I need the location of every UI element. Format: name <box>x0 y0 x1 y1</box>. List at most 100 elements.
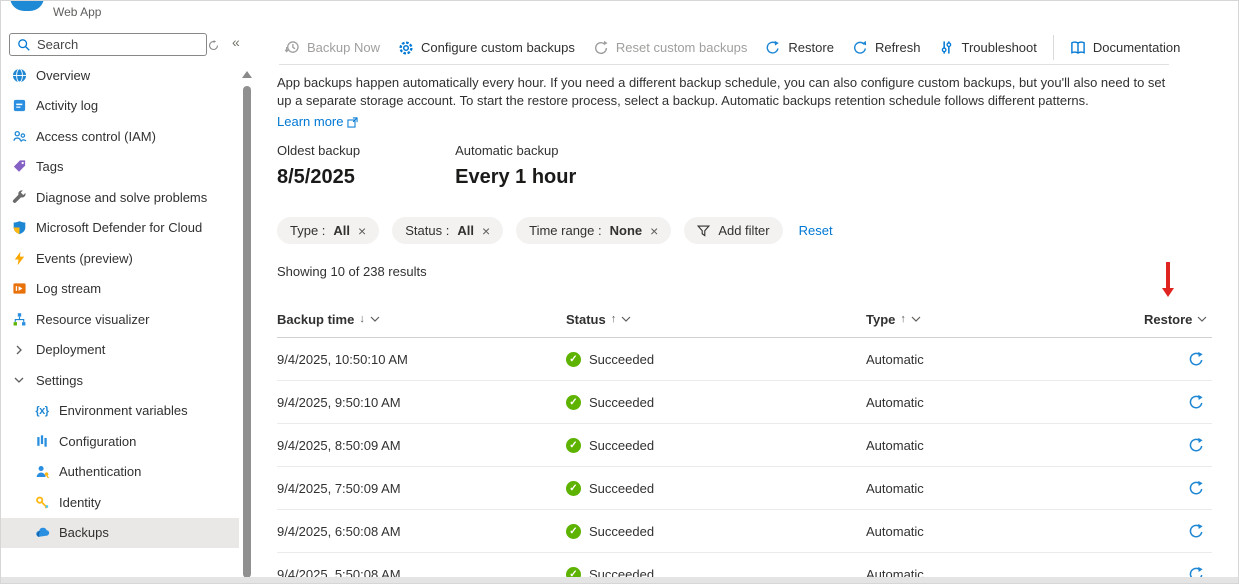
type-cell: Automatic <box>866 352 1136 367</box>
filter-value: None <box>610 223 643 238</box>
configure-custom-backups-label: Configure custom backups <box>421 40 575 55</box>
chevron-down-icon <box>370 316 380 322</box>
column-label: Restore <box>1144 312 1192 327</box>
collapse-sidebar-button[interactable]: « <box>232 34 240 50</box>
oldest-backup-stat: Oldest backup 8/5/2025 <box>277 143 360 189</box>
backup-now-button[interactable]: Backup Now <box>275 40 389 56</box>
sort-descending-icon: ↓ <box>359 313 365 325</box>
sidebar-item-label: Tags <box>36 159 63 174</box>
remove-filter-icon[interactable]: × <box>650 224 658 238</box>
remove-filter-icon[interactable]: × <box>358 224 366 238</box>
sidebar-item-environment-variables[interactable]: {x} Environment variables <box>1 396 239 427</box>
column-header-backup-time[interactable]: Backup time ↓ <box>277 312 566 327</box>
resource-type-label: Web App <box>53 5 101 19</box>
sidebar-item-overview[interactable]: Overview <box>1 60 239 91</box>
reset-filters-link[interactable]: Reset <box>799 223 833 238</box>
sidebar-search[interactable] <box>9 33 207 56</box>
filter-name: Time range : <box>529 223 602 238</box>
sidebar-item-resource-visualizer[interactable]: Resource visualizer <box>1 304 239 335</box>
sidebar-item-label: Resource visualizer <box>36 312 149 327</box>
search-input[interactable] <box>37 37 177 52</box>
sidebar-scrollbar[interactable] <box>241 61 253 583</box>
sidebar-item-authentication[interactable]: Authentication <box>1 457 239 488</box>
restore-backup-button[interactable] <box>1188 523 1205 540</box>
sidebar-item-deployment[interactable]: Deployment <box>1 335 239 366</box>
configuration-icon <box>34 433 50 449</box>
scrollbar-thumb[interactable] <box>243 86 251 578</box>
backup-now-label: Backup Now <box>307 40 380 55</box>
status-label: Succeeded <box>589 438 654 453</box>
menu-refresh-icon[interactable] <box>208 38 219 56</box>
status-cell: ✓ Succeeded <box>566 481 866 496</box>
reset-custom-backups-button[interactable]: Reset custom backups <box>584 40 757 56</box>
restore-icon <box>1188 480 1205 497</box>
restore-backup-button[interactable] <box>1188 394 1205 411</box>
sidebar-item-identity[interactable]: Identity <box>1 487 239 518</box>
webapp-icon <box>10 0 44 11</box>
column-header-type[interactable]: Type ↑ <box>866 312 1136 327</box>
type-cell: Automatic <box>866 481 1136 496</box>
table-row[interactable]: 9/4/2025, 6:50:08 AM ✓ Succeeded Automat… <box>277 510 1212 553</box>
column-header-status[interactable]: Status ↑ <box>566 312 866 327</box>
sidebar-item-events[interactable]: Events (preview) <box>1 243 239 274</box>
activity-log-icon <box>11 98 27 114</box>
refresh-label: Refresh <box>875 40 921 55</box>
sidebar-item-diagnose[interactable]: Diagnose and solve problems <box>1 182 239 213</box>
table-row[interactable]: 9/4/2025, 7:50:09 AM ✓ Succeeded Automat… <box>277 467 1212 510</box>
filter-name: Type : <box>290 223 325 238</box>
sidebar-item-log-stream[interactable]: Log stream <box>1 274 239 305</box>
refresh-icon <box>852 40 868 56</box>
remove-filter-icon[interactable]: × <box>482 224 490 238</box>
type-cell: Automatic <box>866 524 1136 539</box>
success-check-icon: ✓ <box>566 524 581 539</box>
sidebar-item-settings[interactable]: Settings <box>1 365 239 396</box>
column-label: Type <box>866 312 895 327</box>
filter-pill-time-range[interactable]: Time range : None × <box>516 217 671 244</box>
restore-backup-button[interactable] <box>1188 351 1205 368</box>
sidebar-item-backups[interactable]: Backups <box>1 518 239 549</box>
restore-backup-button[interactable] <box>1188 437 1205 454</box>
sidebar-item-activity-log[interactable]: Activity log <box>1 91 239 122</box>
sidebar-item-access-control[interactable]: Access control (IAM) <box>1 121 239 152</box>
table-header-row: Backup time ↓ Status ↑ Type ↑ Restore <box>277 301 1212 338</box>
restore-button[interactable]: Restore <box>756 40 843 56</box>
status-label: Succeeded <box>589 524 654 539</box>
sidebar-item-defender[interactable]: Microsoft Defender for Cloud <box>1 213 239 244</box>
description-text: App backups happen automatically every h… <box>277 75 1165 108</box>
log-stream-icon <box>11 281 27 297</box>
documentation-button[interactable]: Documentation <box>1061 40 1189 56</box>
add-filter-button[interactable]: Add filter <box>684 217 782 244</box>
sidebar-item-label: Authentication <box>59 464 141 479</box>
sidebar-item-label: Diagnose and solve problems <box>36 190 207 205</box>
automatic-backup-label: Automatic backup <box>455 143 576 158</box>
backups-content: Backup Now Configure custom backups Rese… <box>255 1 1238 583</box>
table-row[interactable]: 9/4/2025, 8:50:09 AM ✓ Succeeded Automat… <box>277 424 1212 467</box>
column-header-restore[interactable]: Restore <box>1136 312 1212 327</box>
learn-more-link[interactable]: Learn more <box>277 113 358 131</box>
command-bar: Backup Now Configure custom backups Rese… <box>275 32 1189 63</box>
status-cell: ✓ Succeeded <box>566 352 866 367</box>
scrollbar-up-arrow-icon[interactable] <box>242 71 252 78</box>
filter-pill-type[interactable]: Type : All × <box>277 217 379 244</box>
backup-description: App backups happen automatically every h… <box>277 74 1177 131</box>
identity-key-icon <box>34 494 50 510</box>
table-row[interactable]: 9/4/2025, 9:50:10 AM ✓ Succeeded Automat… <box>277 381 1212 424</box>
chevron-down-icon <box>621 316 631 322</box>
tags-icon <box>11 159 27 175</box>
sidebar-item-configuration[interactable]: Configuration <box>1 426 239 457</box>
filter-pill-status[interactable]: Status : All × <box>392 217 503 244</box>
troubleshoot-button[interactable]: Troubleshoot <box>929 40 1045 56</box>
restore-backup-button[interactable] <box>1188 480 1205 497</box>
annotation-arrow-head <box>1162 288 1174 297</box>
learn-more-label: Learn more <box>277 113 343 131</box>
configure-custom-backups-button[interactable]: Configure custom backups <box>389 40 584 56</box>
book-icon <box>1070 40 1086 56</box>
troubleshoot-label: Troubleshoot <box>961 40 1036 55</box>
access-control-icon <box>11 128 27 144</box>
filter-funnel-icon <box>697 224 710 237</box>
table-row[interactable]: 9/4/2025, 10:50:10 AM ✓ Succeeded Automa… <box>277 338 1212 381</box>
refresh-button[interactable]: Refresh <box>843 40 930 56</box>
chevron-down-icon <box>11 372 27 388</box>
sidebar-item-tags[interactable]: Tags <box>1 152 239 183</box>
success-check-icon: ✓ <box>566 352 581 367</box>
